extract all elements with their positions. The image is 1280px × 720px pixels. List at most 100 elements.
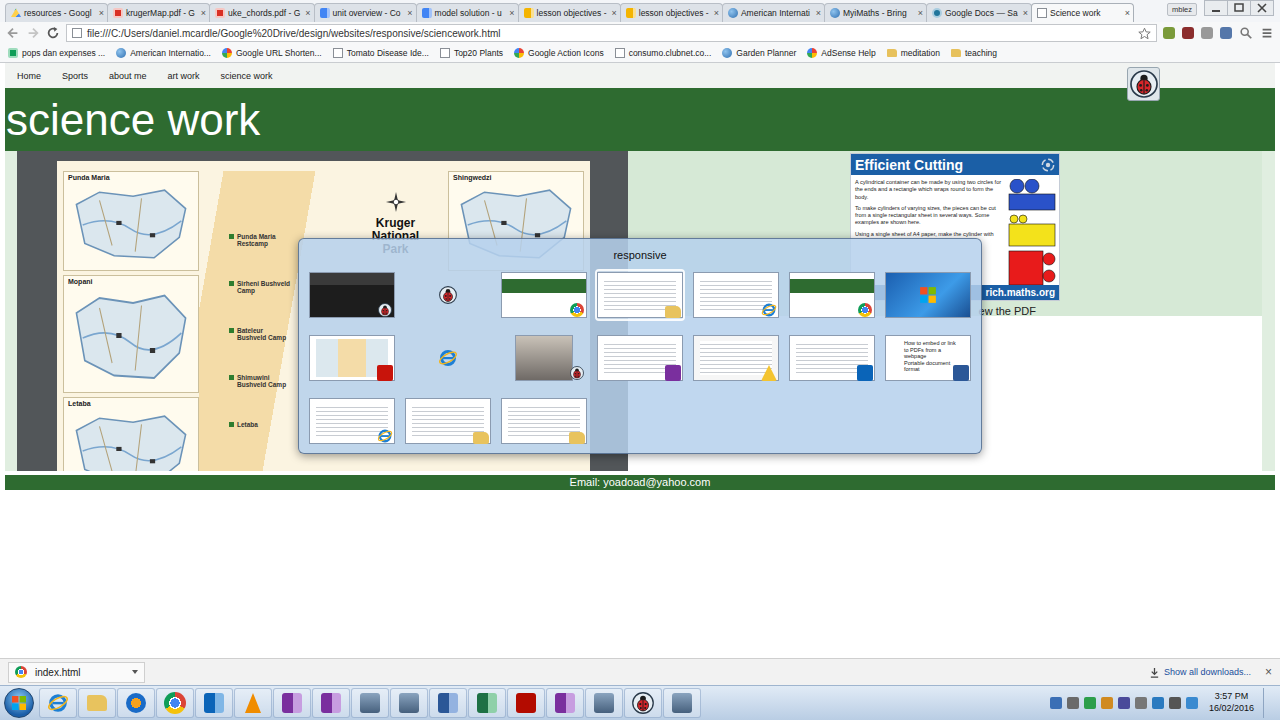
browser-tab[interactable]: model solution - u × bbox=[416, 3, 519, 22]
tab-close-button[interactable]: × bbox=[303, 8, 310, 18]
tab-close-button[interactable]: × bbox=[1021, 8, 1028, 18]
window-thumbnail[interactable] bbox=[597, 334, 683, 382]
window-thumbnail[interactable] bbox=[501, 334, 587, 382]
window-thumbnail[interactable] bbox=[405, 334, 491, 382]
tab-close-button[interactable]: × bbox=[609, 8, 616, 18]
clock[interactable]: 3:57 PM 16/02/2016 bbox=[1209, 691, 1254, 714]
browser-tab[interactable]: Science work × bbox=[1031, 3, 1134, 22]
taskbar-button[interactable] bbox=[390, 688, 428, 718]
taskbar-button[interactable] bbox=[507, 688, 545, 718]
extension-icon[interactable] bbox=[1182, 27, 1194, 39]
window-thumbnail[interactable] bbox=[597, 271, 683, 319]
address-bar[interactable]: file:///C:/Users/daniel.mcardle/Google%2… bbox=[66, 24, 1157, 42]
reload-icon[interactable] bbox=[46, 26, 60, 40]
taskbar-button[interactable] bbox=[546, 688, 584, 718]
menu-icon[interactable] bbox=[1260, 26, 1274, 40]
browser-tab[interactable]: lesson objectives - × bbox=[620, 3, 723, 22]
tab-close-button[interactable]: × bbox=[97, 8, 104, 18]
taskbar-button[interactable] bbox=[468, 688, 506, 718]
taskbar-button[interactable] bbox=[624, 688, 662, 718]
taskbar-button[interactable] bbox=[156, 688, 194, 718]
close-window-icon[interactable] bbox=[1250, 0, 1274, 16]
bookmark-star-icon[interactable] bbox=[1138, 27, 1151, 40]
download-item[interactable]: index.html bbox=[8, 662, 145, 683]
tab-close-button[interactable]: × bbox=[814, 8, 821, 18]
taskbar-button[interactable] bbox=[429, 688, 467, 718]
search-icon[interactable] bbox=[1239, 26, 1253, 40]
tray-icon[interactable] bbox=[1152, 697, 1164, 709]
window-thumbnail[interactable] bbox=[309, 271, 395, 319]
tab-close-button[interactable]: × bbox=[405, 8, 412, 18]
tab-close-button[interactable]: × bbox=[916, 8, 923, 18]
taskbar-button[interactable] bbox=[78, 688, 116, 718]
tab-close-button[interactable]: × bbox=[199, 8, 206, 18]
window-thumbnail[interactable] bbox=[405, 397, 491, 445]
bookmark[interactable]: Google URL Shorten... bbox=[222, 48, 322, 58]
close-downloads-button[interactable]: × bbox=[1265, 665, 1272, 679]
back-arrow-icon[interactable] bbox=[6, 26, 20, 40]
browser-tab[interactable]: krugerMap.pdf - G × bbox=[107, 3, 210, 22]
window-thumbnail[interactable] bbox=[789, 334, 875, 382]
taskbar-button[interactable] bbox=[117, 688, 155, 718]
window-thumbnail[interactable] bbox=[885, 271, 971, 319]
taskbar-button[interactable] bbox=[351, 688, 389, 718]
forward-arrow-icon[interactable] bbox=[26, 26, 40, 40]
dropdown-caret-icon[interactable] bbox=[132, 670, 138, 674]
nav-link[interactable]: Home bbox=[17, 71, 41, 81]
bookmark[interactable]: Google Action Icons bbox=[514, 48, 604, 58]
bookmark[interactable]: AdSense Help bbox=[807, 48, 875, 58]
tray-icon[interactable] bbox=[1135, 697, 1147, 709]
bookmark[interactable]: American Internatio... bbox=[116, 48, 211, 58]
start-button[interactable] bbox=[4, 688, 34, 718]
bookmark[interactable]: consumo.clubnet.co... bbox=[615, 48, 712, 58]
bookmark[interactable]: pops dan expenses ... bbox=[8, 48, 105, 58]
window-thumbnail[interactable] bbox=[693, 271, 779, 319]
window-thumbnail[interactable]: How to embed or linkto PDFs from awebpag… bbox=[885, 334, 971, 382]
tab-close-button[interactable]: × bbox=[1123, 8, 1130, 18]
taskbar-button[interactable] bbox=[585, 688, 623, 718]
browser-tab[interactable]: American Internati × bbox=[722, 3, 825, 22]
window-thumbnail[interactable] bbox=[309, 334, 395, 382]
window-thumbnail[interactable] bbox=[501, 271, 587, 319]
browser-tab[interactable]: uke_chords.pdf - G × bbox=[209, 3, 315, 22]
tab-close-button[interactable]: × bbox=[712, 8, 719, 18]
tray-icon[interactable] bbox=[1118, 697, 1130, 709]
browser-tab[interactable]: MyiMaths - Bring × bbox=[824, 3, 927, 22]
bookmark[interactable]: Tomato Disease Ide... bbox=[333, 48, 429, 58]
nav-link[interactable]: Sports bbox=[62, 71, 88, 81]
nav-link[interactable]: about me bbox=[109, 71, 147, 81]
tray-icon[interactable] bbox=[1186, 697, 1198, 709]
tray-icon[interactable] bbox=[1050, 697, 1062, 709]
browser-tab[interactable]: resources - Googl × bbox=[5, 3, 108, 22]
browser-tab[interactable]: Google Docs — Sa × bbox=[926, 3, 1032, 22]
tray-icon[interactable] bbox=[1169, 697, 1181, 709]
window-thumbnail[interactable] bbox=[309, 397, 395, 445]
bookmark[interactable]: Top20 Plants bbox=[440, 48, 503, 58]
tray-icon[interactable] bbox=[1101, 697, 1113, 709]
tab-close-button[interactable]: × bbox=[507, 8, 514, 18]
bookmark[interactable]: meditation bbox=[887, 48, 940, 58]
tray-icon[interactable] bbox=[1084, 697, 1096, 709]
maximize-icon[interactable] bbox=[1227, 0, 1251, 16]
taskbar-button[interactable] bbox=[39, 688, 77, 718]
window-thumbnail[interactable] bbox=[789, 271, 875, 319]
browser-tab[interactable]: unit overview - Co × bbox=[314, 3, 417, 22]
taskbar-button[interactable] bbox=[195, 688, 233, 718]
bookmark[interactable]: teaching bbox=[951, 48, 997, 58]
taskbar-button[interactable] bbox=[312, 688, 350, 718]
taskbar-button[interactable] bbox=[663, 688, 701, 718]
minimize-icon[interactable] bbox=[1204, 0, 1228, 16]
profile-button[interactable]: mblez bbox=[1167, 3, 1197, 16]
window-thumbnail[interactable] bbox=[501, 397, 587, 445]
browser-tab[interactable]: lesson objectives - × bbox=[518, 3, 621, 22]
footer-email[interactable]: Email: yoadoad@yahoo.com bbox=[570, 476, 711, 488]
window-thumbnail[interactable] bbox=[693, 334, 779, 382]
nav-link[interactable]: art work bbox=[168, 71, 200, 81]
extension-icon[interactable] bbox=[1220, 27, 1232, 39]
tray-icon[interactable] bbox=[1067, 697, 1079, 709]
bookmark[interactable]: Garden Planner bbox=[722, 48, 796, 58]
show-desktop-button[interactable] bbox=[1263, 688, 1276, 718]
taskbar-button[interactable] bbox=[273, 688, 311, 718]
nav-link[interactable]: science work bbox=[221, 71, 273, 81]
extension-icon[interactable] bbox=[1201, 27, 1213, 39]
